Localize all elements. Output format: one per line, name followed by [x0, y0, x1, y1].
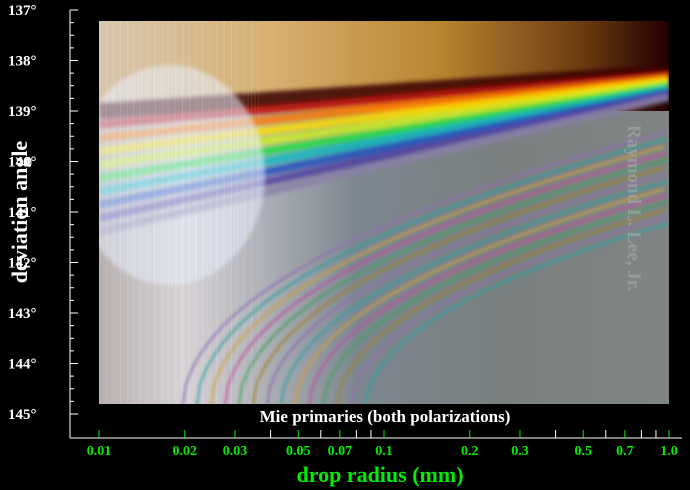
x-tick-label: 0.7	[616, 444, 634, 459]
x-axis-title: drop radius (mm)	[296, 462, 463, 487]
y-tick-label: 145°	[8, 407, 37, 423]
y-axis-title: deviation angle	[7, 141, 32, 284]
y-tick-label: 138°	[8, 54, 37, 70]
y-tick-label: 143°	[8, 306, 37, 322]
y-tick-label: 144°	[8, 357, 37, 373]
x-tick-label: 0.05	[286, 444, 311, 459]
x-tick-label: 0.03	[223, 444, 248, 459]
y-tick-label: 139°	[8, 104, 37, 120]
x-tick-label: 0.2	[461, 444, 479, 459]
x-tick-label: 0.02	[173, 444, 198, 459]
chart-title: Mie primaries (both polarizations)	[260, 407, 511, 426]
y-tick-label: 137°	[8, 3, 37, 19]
chart-svg: Raymond L. Lee, Jr. 137°138°139°140°141°…	[7, 3, 682, 487]
x-tick-label: 0.01	[87, 444, 112, 459]
watermark-text: Raymond L. Lee, Jr.	[623, 125, 644, 291]
x-tick-label: 0.5	[574, 444, 592, 459]
x-tick-label: 0.3	[511, 444, 529, 459]
bright-glow	[99, 65, 265, 285]
x-tick-label: 0.1	[375, 444, 393, 459]
mie-rainbow-figure: Raymond L. Lee, Jr. 137° 138° 139° 140° 141°…	[0, 0, 690, 490]
x-tick-label: 0.07	[328, 444, 353, 459]
x-tick-label: 1.0	[660, 444, 678, 459]
plot-area: Raymond L. Lee, Jr.	[99, 21, 669, 404]
